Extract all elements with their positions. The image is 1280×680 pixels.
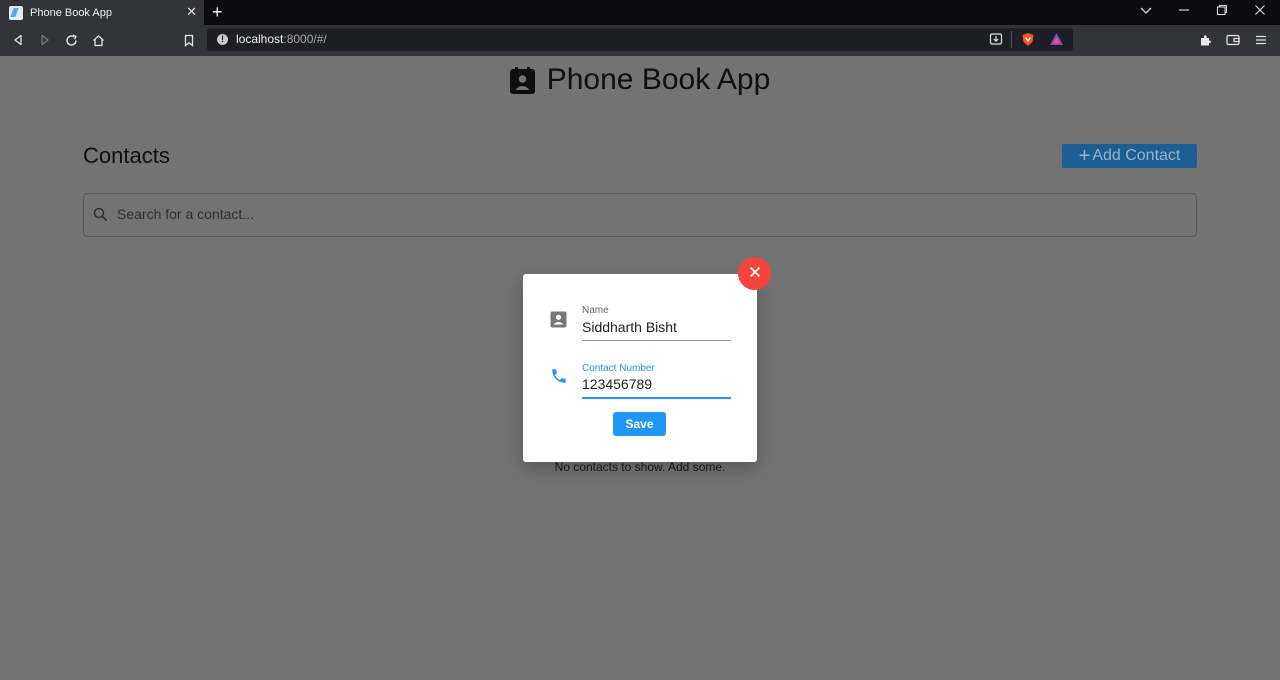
reload-icon[interactable]	[61, 30, 81, 50]
url-text: localhost:8000/#/	[236, 32, 327, 46]
add-contact-label: Add Contact	[1092, 147, 1181, 164]
close-dialog-button[interactable]	[738, 257, 771, 290]
bookmark-icon[interactable]	[179, 30, 199, 50]
page-title: Phone Book App	[0, 63, 1280, 97]
download-page-icon[interactable]	[989, 32, 1003, 51]
divider	[1011, 31, 1012, 48]
name-field[interactable]: Siddharth Bisht	[582, 319, 677, 335]
url-path: :8000/#/	[283, 32, 327, 46]
contacts-heading: Contacts	[83, 143, 170, 168]
plus-icon: +	[1078, 145, 1091, 167]
brave-rewards-icon[interactable]	[1049, 32, 1064, 51]
address-bar[interactable]: ! localhost:8000/#/	[207, 28, 1073, 51]
tab-search-chevron-icon[interactable]	[1140, 3, 1152, 21]
tab-close-icon[interactable]: ✕	[186, 4, 197, 20]
url-host: localhost	[236, 32, 284, 46]
search-placeholder: Search for a contact...	[117, 206, 254, 222]
back-icon[interactable]	[8, 30, 28, 50]
save-button[interactable]: Save	[613, 412, 666, 436]
close-window-icon[interactable]	[1254, 3, 1266, 21]
page-title-text: Phone Book App	[546, 63, 771, 96]
contact-number-label: Contact Number	[582, 363, 655, 374]
name-label: Name	[582, 305, 609, 316]
contact-number-underline	[582, 397, 731, 399]
tab-title: Phone Book App	[30, 6, 112, 19]
add-contact-dialog: Name Siddharth Bisht Contact Number 1234…	[523, 274, 757, 462]
browser-toolbar: ! localhost:8000/#/	[0, 25, 1280, 56]
extensions-icon[interactable]	[1195, 30, 1215, 50]
new-tab-button[interactable]: +	[212, 2, 223, 22]
search-input[interactable]: Search for a contact...	[83, 193, 1197, 237]
forward-icon[interactable]	[35, 30, 55, 50]
phone-icon	[550, 367, 568, 390]
brave-shield-icon[interactable]	[1021, 32, 1035, 52]
wallet-icon[interactable]	[1223, 30, 1243, 50]
close-icon	[749, 265, 761, 283]
flutter-favicon-icon	[9, 5, 23, 20]
contacts-book-icon	[509, 66, 535, 94]
search-icon	[93, 207, 108, 227]
empty-state-message: No contacts to show. Add some.	[554, 460, 726, 474]
browser-tab[interactable]: Phone Book App ✕	[0, 0, 204, 25]
contact-number-field[interactable]: 123456789	[582, 376, 652, 392]
site-info-icon[interactable]: !	[217, 34, 228, 45]
restore-icon[interactable]	[1216, 3, 1228, 21]
browser-tabstrip: Phone Book App ✕ +	[0, 0, 1280, 25]
add-contact-button[interactable]: + Add Contact	[1062, 144, 1197, 168]
minimize-icon[interactable]	[1178, 3, 1190, 21]
home-icon[interactable]	[88, 30, 108, 50]
contact-card-icon	[550, 311, 567, 333]
name-underline	[582, 340, 731, 341]
menu-icon[interactable]	[1251, 30, 1271, 50]
